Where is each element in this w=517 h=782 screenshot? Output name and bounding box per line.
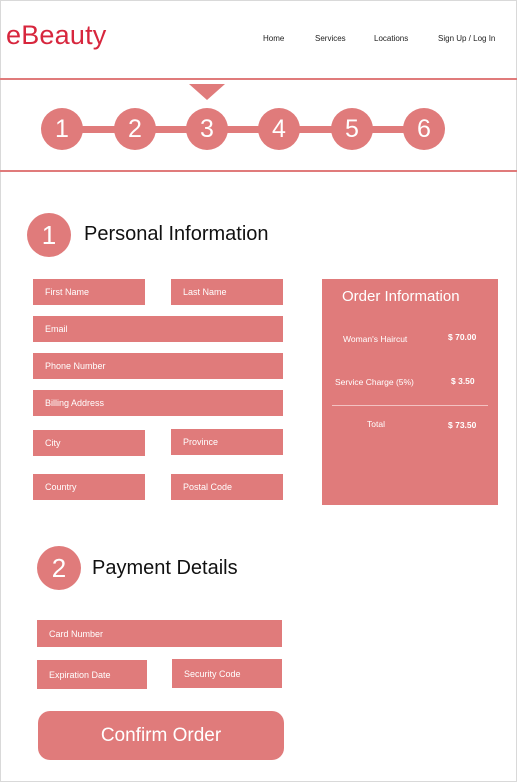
section-number-personal: 1 <box>27 213 71 257</box>
expiration-date-field[interactable] <box>37 660 147 689</box>
country-field[interactable] <box>33 474 145 500</box>
section-title-personal: Personal Information <box>84 223 269 245</box>
total-label: Total <box>367 419 385 429</box>
step-1[interactable]: 1 <box>41 108 83 150</box>
last-name-field[interactable] <box>171 279 283 305</box>
brand-logo[interactable]: eBeauty <box>6 20 106 51</box>
email-field[interactable] <box>33 316 283 342</box>
section-number-payment: 2 <box>37 546 81 590</box>
security-code-field[interactable] <box>172 659 282 688</box>
postal-code-field[interactable] <box>171 474 283 500</box>
step-2[interactable]: 2 <box>114 108 156 150</box>
current-step-indicator <box>189 84 225 100</box>
nav-locations-link[interactable]: Locations <box>374 34 408 43</box>
step-6[interactable]: 6 <box>403 108 445 150</box>
stepper-divider <box>0 170 517 172</box>
step-5[interactable]: 5 <box>331 108 373 150</box>
order-summary-panel: Order Information Woman's Haircut $ 70.0… <box>322 279 498 505</box>
order-title: Order Information <box>342 288 460 305</box>
section-title-payment: Payment Details <box>92 557 238 579</box>
step-3[interactable]: 3 <box>186 108 228 150</box>
city-field[interactable] <box>33 430 145 456</box>
nav-services-link[interactable]: Services <box>315 34 346 43</box>
order-item-label: Woman's Haircut <box>343 334 408 344</box>
header-divider <box>0 78 517 80</box>
nav-signup-link[interactable]: Sign Up / Log In <box>438 34 495 43</box>
step-4[interactable]: 4 <box>258 108 300 150</box>
billing-address-field[interactable] <box>33 390 283 416</box>
order-divider <box>332 405 488 406</box>
service-charge-label: Service Charge (5%) <box>335 377 414 387</box>
first-name-field[interactable] <box>33 279 145 305</box>
phone-field[interactable] <box>33 353 283 379</box>
nav-home-link[interactable]: Home <box>263 34 284 43</box>
card-number-field[interactable] <box>37 620 282 647</box>
confirm-order-button[interactable]: Confirm Order <box>38 711 284 760</box>
province-field[interactable] <box>171 429 283 455</box>
total-price: $ 73.50 <box>448 420 477 430</box>
service-charge-price: $ 3.50 <box>451 376 475 386</box>
order-item-price: $ 70.00 <box>448 332 477 342</box>
